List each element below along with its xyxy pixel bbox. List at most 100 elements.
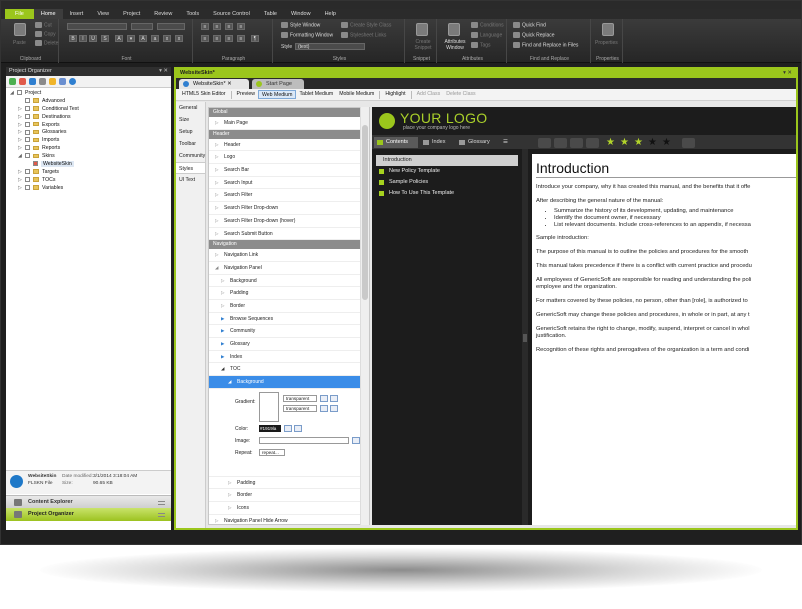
tree-item[interactable]: ▷ Imports <box>10 137 171 145</box>
expand-arrow-icon[interactable]: ▶ <box>221 325 224 338</box>
expand-arrow-icon[interactable]: ▷ <box>228 477 231 490</box>
preview-tab-contents[interactable]: Contents <box>374 137 418 148</box>
checkbox[interactable] <box>25 184 30 190</box>
expand-arrow-icon[interactable]: ▶ <box>221 351 224 364</box>
collapsed-arrow-icon[interactable]: ▷ <box>18 177 25 185</box>
tree-item[interactable]: ▷ Glossaries <box>10 129 171 137</box>
globe-icon[interactable] <box>69 78 76 85</box>
checkbox[interactable] <box>25 98 30 104</box>
print-icon[interactable] <box>538 138 551 148</box>
quick-replace-button[interactable]: Quick Replace <box>513 32 555 38</box>
tree-item[interactable]: ▷ Destinations <box>10 114 171 122</box>
shrink-font-button[interactable]: a <box>151 35 159 42</box>
add-icon[interactable] <box>9 78 16 85</box>
expand-arrow-icon[interactable]: ▷ <box>215 215 218 228</box>
bold-button[interactable]: B <box>69 35 77 42</box>
tree-item[interactable]: ▷ Variables <box>10 185 171 193</box>
category-toolbar[interactable]: Toolbar <box>176 138 205 150</box>
expand-arrow-icon[interactable]: ▷ <box>215 139 218 152</box>
font-color-button[interactable]: A <box>115 35 123 42</box>
style-property-row[interactable]: ▷ Navigation Panel Hide Arrow <box>209 515 369 524</box>
splitter-handle[interactable] <box>523 334 527 342</box>
align-right-button[interactable]: ≡ <box>225 35 233 42</box>
prop-navigation-link[interactable]: ▷ Navigation Link <box>209 249 369 262</box>
checkbox[interactable] <box>17 90 22 96</box>
gradient-bottom-select[interactable]: transparent <box>283 404 317 412</box>
toc-item-how-to-use[interactable]: How To Use This Template <box>376 188 518 199</box>
expand-arrow-icon[interactable]: ▷ <box>221 275 224 288</box>
prop-main-page[interactable]: ▷ Main Page <box>209 117 369 130</box>
preview-tab-more[interactable]: ☰ <box>500 137 512 148</box>
preview-tab-glossary[interactable]: Glossary <box>456 137 498 148</box>
expand-icon[interactable] <box>586 138 599 148</box>
toc-item-sample-policies[interactable]: Sample Policies <box>376 177 518 188</box>
expand-arrow-icon[interactable]: ▷ <box>221 287 224 300</box>
grow-font-button[interactable]: A <box>139 35 147 42</box>
style-property-row[interactable]: ◢ TOC <box>209 363 369 377</box>
checkbox[interactable] <box>25 145 30 151</box>
web-medium-button[interactable]: Web Medium <box>258 90 297 99</box>
indent-button[interactable]: ≡ <box>225 23 233 30</box>
eyedropper-icon[interactable] <box>330 404 338 412</box>
style-property-row[interactable]: ▷ Padding <box>209 477 369 490</box>
style-property-row[interactable]: ▶ Index <box>209 351 369 364</box>
justify-button[interactable]: ≡ <box>237 35 245 42</box>
expand-arrow-icon[interactable]: ▷ <box>221 300 224 313</box>
menu-home[interactable]: Home <box>33 9 63 19</box>
checkbox[interactable] <box>25 113 30 119</box>
color-picker-icon[interactable] <box>320 394 328 402</box>
paste-button[interactable]: Paste <box>13 40 26 46</box>
expanded-arrow-icon[interactable]: ◢ <box>18 153 25 161</box>
category-general[interactable]: General <box>176 102 205 114</box>
formatting-window-button[interactable]: Formatting Window <box>281 32 333 38</box>
subscript-button[interactable]: x <box>175 35 183 42</box>
editor-window-controls[interactable]: ▾ ✕ <box>783 69 792 78</box>
highlight-button[interactable]: Highlight <box>382 90 408 99</box>
gradient-top-select[interactable]: transparent <box>283 394 317 402</box>
menu-window[interactable]: Window <box>284 9 318 19</box>
font-size-dropdown[interactable] <box>131 23 153 30</box>
style-property-row[interactable]: ▷ Border <box>209 300 369 313</box>
refresh-icon[interactable] <box>59 78 66 85</box>
attributes-window-button[interactable]: Attributes Window <box>442 39 468 51</box>
category-setup[interactable]: Setup <box>176 126 205 138</box>
expand-arrow-icon[interactable]: ▷ <box>215 189 218 202</box>
italic-button[interactable]: I <box>79 35 87 42</box>
style-property-row[interactable]: ▷ Border <box>209 489 369 503</box>
close-icon[interactable]: ✕ <box>227 81 232 87</box>
cut-button[interactable]: Cut <box>35 22 52 28</box>
tree-item[interactable]: WebsiteSkin <box>10 161 171 169</box>
category-community[interactable]: Community <box>176 150 205 162</box>
expand-arrow-icon[interactable]: ▷ <box>215 164 218 177</box>
superscript-button[interactable]: x <box>163 35 171 42</box>
tree-item[interactable]: ▷ Reports <box>10 145 171 153</box>
mobile-medium-button[interactable]: Mobile Medium <box>336 90 377 99</box>
rating-star-4[interactable]: ★ <box>648 137 657 149</box>
tree-item[interactable]: ◢ Project <box>10 90 171 98</box>
expand-arrow-icon[interactable]: ▶ <box>221 313 224 326</box>
preview-tab-index[interactable]: Index <box>420 137 454 148</box>
highlight-icon[interactable] <box>570 138 583 148</box>
properties-icon[interactable] <box>602 23 614 36</box>
quick-find-button[interactable]: Quick Find <box>513 22 546 28</box>
style-property-row[interactable]: ▶ Browse Sequences <box>209 313 369 326</box>
category-styles[interactable]: Styles <box>176 162 205 174</box>
numbering-button[interactable]: ≡ <box>213 23 221 30</box>
create-style-class-button[interactable]: Create Style Class <box>341 22 391 28</box>
expand-arrow-icon[interactable]: ▷ <box>228 489 231 502</box>
attributes-window-icon[interactable] <box>448 23 460 36</box>
properties-icon[interactable] <box>39 78 46 85</box>
repeat-select[interactable]: repeat... <box>259 448 285 456</box>
add-class-button[interactable]: Add Class <box>414 90 444 99</box>
collapsed-arrow-icon[interactable]: ▷ <box>18 122 25 130</box>
expand-arrow-icon[interactable]: ▷ <box>215 151 218 164</box>
color-value-field[interactable]: #1919la <box>259 424 281 432</box>
style-property-row[interactable]: ▷ Search Filter <box>209 189 369 203</box>
collapsed-arrow-icon[interactable]: ▷ <box>18 185 25 193</box>
color-picker-icon[interactable] <box>284 424 292 432</box>
toc-item-introduction[interactable]: Introduction <box>376 155 518 166</box>
checkbox[interactable] <box>25 105 30 111</box>
tab-start-page[interactable]: Start Page <box>252 79 304 89</box>
conditions-button[interactable]: Conditions <box>471 22 504 28</box>
tree-item[interactable]: ◢ Skins <box>10 153 171 161</box>
